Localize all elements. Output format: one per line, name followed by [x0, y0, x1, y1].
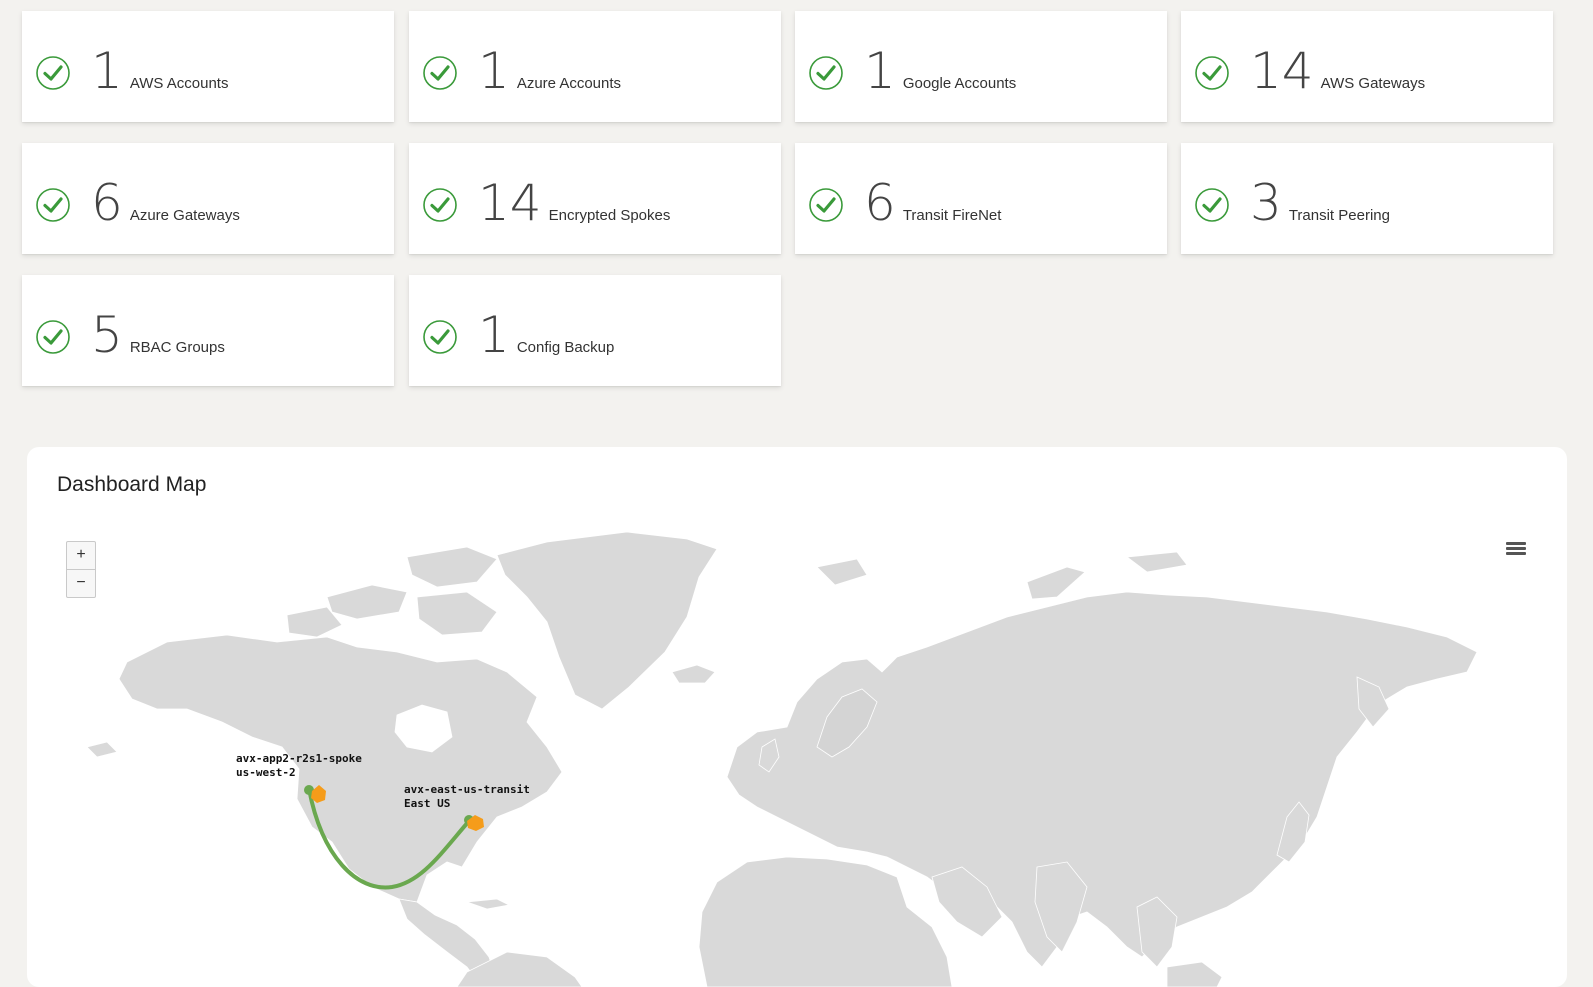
check-circle-icon	[1195, 56, 1229, 90]
stat-card-azure-accounts[interactable]: 1 Azure Accounts	[409, 11, 781, 122]
stat-value: 5 RBAC Groups	[91, 305, 225, 378]
check-circle-icon	[36, 320, 70, 354]
stat-value: 1 AWS Accounts	[91, 41, 228, 114]
stat-label: RBAC Groups	[129, 339, 225, 356]
stat-card-azure-gateways[interactable]: 6 Azure Gateways	[22, 143, 394, 254]
stat-label: AWS Accounts	[129, 75, 229, 92]
stat-card-rbac-groups[interactable]: 5 RBAC Groups	[22, 275, 394, 386]
stat-label: Azure Gateways	[129, 207, 240, 224]
stat-label: Transit Peering	[1288, 207, 1390, 224]
stat-card-aws-gateways[interactable]: 14 AWS Gateways	[1181, 11, 1553, 122]
gateway-label-name: avx-app2-r2s1-spoke	[236, 752, 362, 765]
stat-value: 6 Transit FireNet	[864, 173, 1001, 246]
check-circle-icon	[809, 188, 843, 222]
stat-label: AWS Gateways	[1320, 75, 1426, 92]
check-circle-icon	[809, 56, 843, 90]
check-circle-icon	[36, 56, 70, 90]
stat-card-transit-firenet[interactable]: 6 Transit FireNet	[795, 143, 1167, 254]
stat-value: 1 Config Backup	[478, 305, 614, 378]
stat-value: 1 Google Accounts	[864, 41, 1016, 114]
check-circle-icon	[423, 188, 457, 222]
gateway-label-region: East US	[404, 797, 450, 810]
stat-label: Google Accounts	[902, 75, 1017, 92]
world-map[interactable]: avx-app2-r2s1-spoke us-west-2 avx-east-u…	[27, 447, 1567, 987]
stat-value: 14 AWS Gateways	[1250, 41, 1425, 114]
stat-value: 6 Azure Gateways	[91, 173, 240, 246]
check-circle-icon	[423, 320, 457, 354]
check-circle-icon	[423, 56, 457, 90]
stat-card-google-accounts[interactable]: 1 Google Accounts	[795, 11, 1167, 122]
check-circle-icon	[36, 188, 70, 222]
gateway-label-region: us-west-2	[236, 766, 296, 779]
stat-label: Encrypted Spokes	[548, 207, 671, 224]
stat-card-transit-peering[interactable]: 3 Transit Peering	[1181, 143, 1553, 254]
stat-value: 3 Transit Peering	[1250, 173, 1390, 246]
gateway-label-name: avx-east-us-transit	[404, 783, 530, 796]
stat-value: 1 Azure Accounts	[478, 41, 621, 114]
stat-label: Config Backup	[516, 339, 615, 356]
stat-card-config-backup[interactable]: 1 Config Backup	[409, 275, 781, 386]
zoom-in-button[interactable]: +	[67, 542, 95, 569]
stat-card-aws-accounts[interactable]: 1 AWS Accounts	[22, 11, 394, 122]
stat-label: Transit FireNet	[902, 207, 1002, 224]
stat-value: 14 Encrypted Spokes	[478, 173, 670, 246]
dashboard-map-panel: avx-app2-r2s1-spoke us-west-2 avx-east-u…	[27, 447, 1567, 987]
zoom-controls: + −	[66, 541, 96, 598]
zoom-out-button[interactable]: −	[67, 569, 95, 597]
check-circle-icon	[1195, 188, 1229, 222]
stat-card-encrypted-spokes[interactable]: 14 Encrypted Spokes	[409, 143, 781, 254]
hamburger-menu-icon[interactable]	[1506, 542, 1526, 560]
stat-label: Azure Accounts	[516, 75, 622, 92]
map-title: Dashboard Map	[57, 473, 207, 496]
